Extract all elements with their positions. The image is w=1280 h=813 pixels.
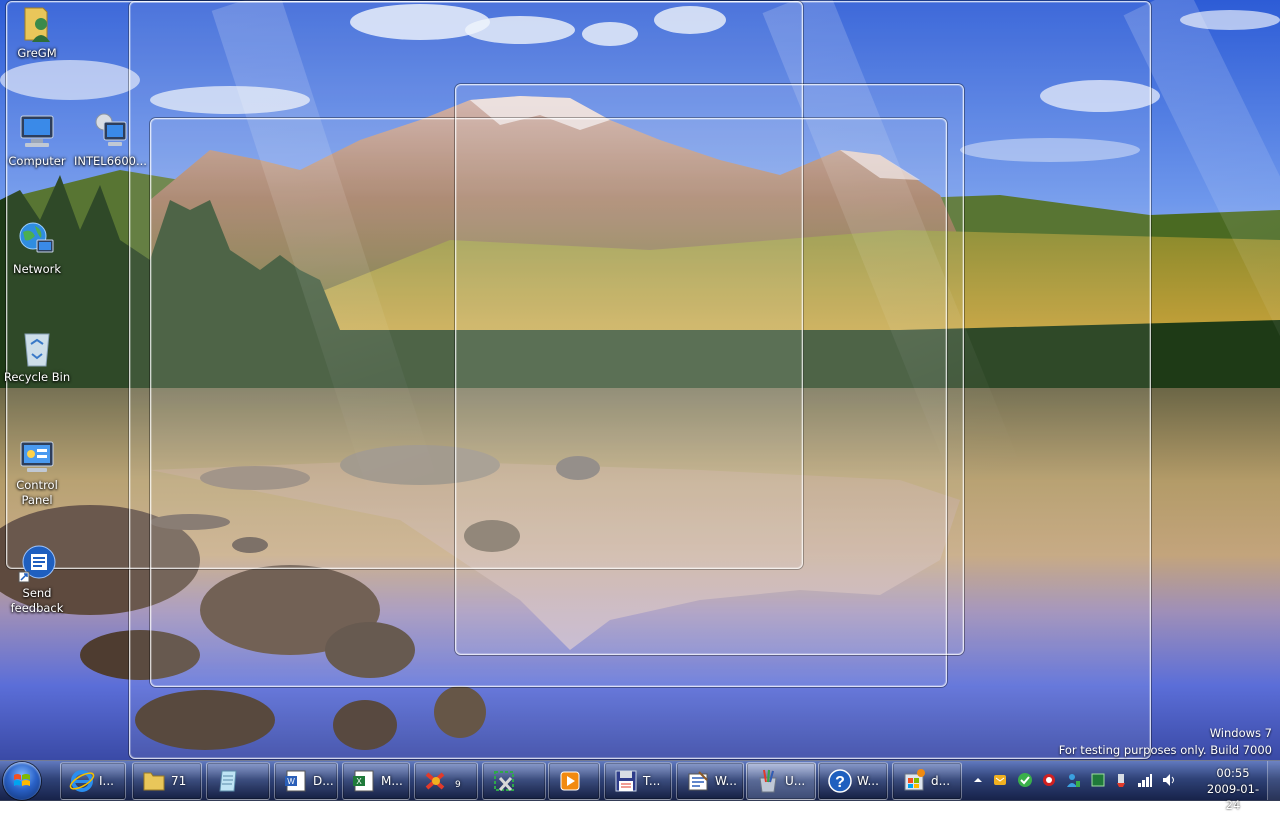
tray-monitor-icon[interactable]: [1090, 772, 1106, 788]
network-computer-icon: [90, 112, 130, 152]
folder-icon: [143, 772, 165, 791]
tray-security-icon[interactable]: [1017, 772, 1033, 788]
desktop-icon-label: Network: [12, 262, 62, 276]
tray-user-icon[interactable]: [1065, 772, 1081, 788]
desktop-icon-label: Recycle Bin: [3, 370, 71, 384]
taskbar-button-label: W...: [857, 774, 879, 788]
tray-safely-remove-icon[interactable]: [1113, 772, 1129, 788]
desktop-icon-control-panel[interactable]: Control Panel: [1, 436, 73, 508]
tray-show-hidden-icons[interactable]: [970, 772, 986, 788]
tray-volume-icon[interactable]: [1161, 772, 1177, 788]
help-icon: ?: [828, 769, 852, 793]
notepad-icon: [219, 770, 237, 792]
excel-icon: X: [353, 770, 374, 792]
taskbar-button-help[interactable]: ? W...: [818, 762, 888, 800]
desktop-icon-label: Send feedback: [10, 586, 64, 615]
taskbar-button-windows-update[interactable]: d...: [892, 762, 962, 800]
internet-explorer-icon: [69, 770, 95, 792]
taskbar-button-media-player[interactable]: [548, 762, 600, 800]
speaker-icon: [1163, 774, 1174, 786]
svg-text:?: ?: [835, 774, 845, 791]
windows-version-watermark: Windows 7: [1209, 726, 1272, 740]
tools-icon: [425, 772, 445, 790]
tray-network-signal-icon[interactable]: [1137, 772, 1153, 788]
taskbar-button-save-app[interactable]: T...: [604, 762, 672, 800]
build-watermark: For testing purposes only. Build 7000: [1058, 743, 1272, 757]
taskbar-button-label: T...: [643, 774, 661, 788]
wordpad-icon: [688, 771, 708, 791]
control-panel-icon: [17, 436, 57, 476]
taskbar-button-label: M...: [381, 774, 403, 788]
paint-icon: [759, 769, 777, 793]
desktop-icon-network-drive[interactable]: INTEL6600...: [74, 112, 147, 169]
taskbar-button-label: U...: [785, 774, 806, 788]
taskbar-button-selection-tool[interactable]: [482, 762, 546, 800]
taskbar-button-label: W...: [715, 774, 737, 788]
taskbar-button-explorer[interactable]: 71: [132, 762, 202, 800]
taskbar-button-wordpad[interactable]: W...: [676, 762, 744, 800]
taskbar-button-label: I...: [99, 774, 114, 788]
desktop-icon-label: Computer: [8, 154, 66, 168]
tray-action-center-icon[interactable]: [1041, 772, 1057, 788]
taskbar-button-tools[interactable]: 9: [414, 762, 478, 800]
desktop-icon-recycle-bin[interactable]: Recycle Bin: [1, 328, 73, 385]
recycle-bin-icon: [17, 328, 57, 368]
svg-text:W: W: [287, 777, 295, 786]
network-globe-icon: [17, 220, 57, 260]
taskbar-button-internet-explorer[interactable]: I...: [60, 762, 126, 800]
taskbar-button-label: D...: [313, 774, 334, 788]
user-folder-icon: [17, 4, 57, 44]
desktop-icon-user-folder[interactable]: GreGM: [1, 4, 73, 61]
desktop-icon-label: INTEL6600...: [74, 154, 147, 168]
feedback-icon: [17, 544, 57, 584]
desktop-icon-network[interactable]: Network: [1, 220, 73, 277]
taskbar-button-label: 71: [171, 774, 187, 788]
taskbar-button-excel[interactable]: X M...: [342, 762, 410, 800]
clock-date: 2009-01-24: [1206, 782, 1260, 812]
desktop-icon-label: GreGM: [17, 46, 57, 60]
peek-window-outline-right: [455, 84, 964, 655]
taskbar-button-badge: 9: [455, 780, 461, 790]
windows-logo-icon: [14, 774, 30, 786]
start-button[interactable]: [3, 762, 41, 800]
taskbar-button-word[interactable]: W D...: [274, 762, 338, 800]
taskbar-button-label: d...: [931, 774, 951, 788]
taskbar-button-notepad[interactable]: [206, 762, 270, 800]
media-player-icon: [560, 771, 580, 791]
tray-messenger-icon[interactable]: [992, 772, 1008, 788]
desktop-icon-send-feedback[interactable]: Send feedback: [1, 544, 73, 616]
computer-icon: [17, 112, 57, 152]
selection-tool-icon: [494, 771, 514, 792]
floppy-disk-icon: [615, 770, 637, 792]
clock-time: 00:55: [1216, 766, 1250, 780]
show-desktop-button[interactable]: [1267, 761, 1280, 800]
desktop-icon-label: Control Panel: [16, 478, 58, 507]
desktop-icon-computer[interactable]: Computer: [1, 112, 73, 169]
chevron-up-icon: [974, 778, 982, 782]
taskbar-clock[interactable]: 00:55 2009-01-24: [1204, 762, 1262, 812]
svg-text:X: X: [356, 777, 362, 786]
taskbar-button-paint[interactable]: U...: [746, 762, 816, 800]
word-document-icon: W: [285, 770, 306, 792]
windows-update-icon: [904, 769, 925, 791]
